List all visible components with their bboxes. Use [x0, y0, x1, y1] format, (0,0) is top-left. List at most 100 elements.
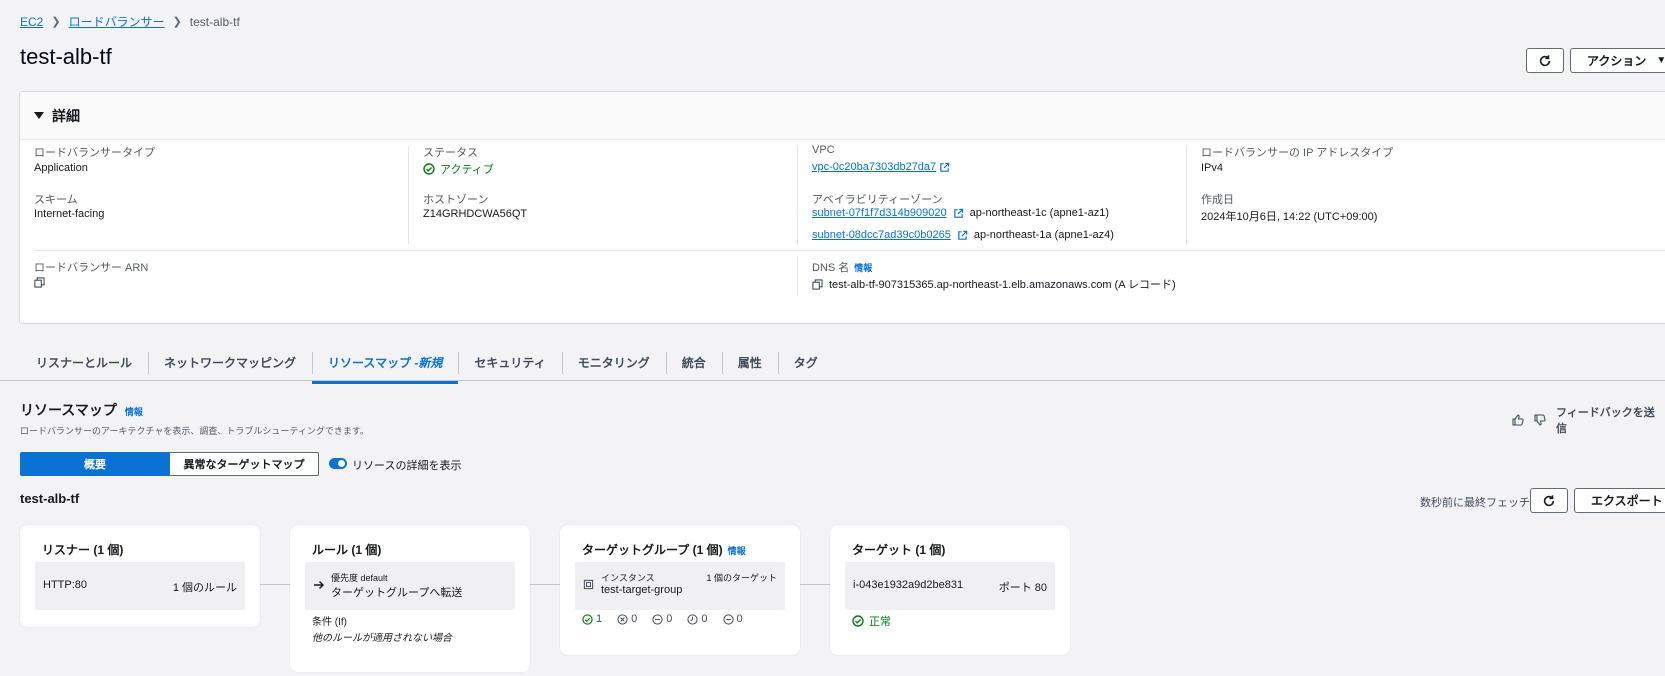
target-instance-id: i-043e1932a9d2be831 — [853, 579, 964, 591]
feedback-link[interactable]: フィードバックを送信 — [1556, 404, 1665, 436]
tab-resource-map-label: リソースマップ - — [328, 355, 419, 370]
tab-attributes[interactable]: 属性 — [721, 344, 778, 380]
target-item[interactable]: i-043e1932a9d2be831 ポート 80 — [845, 562, 1055, 610]
listener-protocol: HTTP:80 — [43, 579, 88, 591]
breadcrumb-current: test-alb-tf — [189, 14, 240, 29]
actions-button[interactable]: アクション ▼ — [1570, 48, 1665, 73]
refresh-icon — [1543, 494, 1555, 506]
target-group-item[interactable]: インスタンス test-target-group 1 個のターゲット — [575, 562, 785, 610]
arn-label: ロードバランサー ARN — [34, 262, 149, 274]
stat-healthy: 1 — [582, 613, 602, 625]
listener-item[interactable]: HTTP:80 1 個のルール — [35, 562, 245, 610]
breadcrumb: EC2 ❯ ロードバランサー ❯ test-alb-tf — [20, 13, 240, 30]
last-fetched: 数秒前に最終フェッチ — [1420, 497, 1530, 509]
feedback-row: フィードバックを送信 — [1512, 404, 1665, 436]
map-refresh-button[interactable] — [1530, 488, 1568, 513]
subnet-link[interactable]: subnet-08dcc7ad39c0b0265 — [812, 229, 951, 241]
vpc-value: vpc-0c20ba7303db27da7 — [812, 161, 950, 173]
tab-security[interactable]: セキュリティ — [458, 344, 561, 380]
target-group-type: インスタンス — [601, 573, 655, 583]
caret-down-icon: ▼ — [1656, 55, 1665, 66]
rule-condition-value: 他のルールが適用されない場合 — [312, 633, 452, 644]
rules-card: ルール (1 個) 優先度 default ターゲットグループへ転送 条件 (I… — [290, 525, 530, 672]
seg-unhealthy-targets[interactable]: 異常なターゲットマップ — [170, 452, 319, 476]
target-group-info-link[interactable]: 情報 — [728, 544, 746, 557]
external-link-icon — [940, 162, 950, 172]
minus-circle-icon — [722, 613, 734, 625]
arrow-right-icon — [314, 581, 324, 589]
tabs-divider — [0, 380, 1665, 381]
resource-map-description: ロードバランサーのアーキテクチャを表示、調査、トラブルシューティングできます。 — [20, 426, 369, 436]
export-button[interactable]: エクスポート — [1574, 488, 1665, 513]
details-title: 詳細 — [52, 107, 80, 124]
target-port: ポート 80 — [998, 582, 1047, 594]
target-health-text: 正常 — [869, 616, 891, 628]
details-header[interactable]: 詳細 — [20, 92, 1665, 140]
resource-map-title: リソースマップ 情報 — [20, 400, 143, 420]
tab-integrations[interactable]: 統合 — [665, 344, 722, 380]
breadcrumb-load-balancers[interactable]: ロードバランサー — [69, 13, 165, 30]
target-group-card: ターゲットグループ (1 個) 情報 インスタンス test-target-gr… — [560, 525, 800, 655]
stat-unhealthy: 0 — [617, 613, 637, 625]
resource-details-toggle-label: リソースの詳細を表示 — [352, 460, 462, 472]
stat-unused-value: 0 — [666, 613, 673, 625]
refresh-button[interactable] — [1526, 48, 1564, 73]
status-value: アクティブ — [423, 161, 494, 177]
subnet-link[interactable]: subnet-07f1f7d314b909020 — [812, 207, 947, 219]
vpc-link[interactable]: vpc-0c20ba7303db27da7 — [812, 161, 936, 173]
view-segmented-control: 概要 異常なターゲットマップ — [20, 452, 319, 476]
chevron-right-icon: ❯ — [51, 16, 61, 28]
resource-map-heading: リソースマップ — [20, 402, 117, 418]
scheme-value: Internet-facing — [34, 208, 105, 220]
created-value: 2024年10月6日, 14:22 (UTC+09:00) — [1201, 211, 1378, 223]
az-zone: ap-northeast-1c (apne1-az1) — [969, 207, 1109, 219]
check-circle-icon — [582, 613, 593, 625]
resource-details-toggle[interactable] — [329, 458, 347, 469]
tab-resource-map[interactable]: リソースマップ - 新規 — [312, 344, 459, 384]
rule-priority: 優先度 default — [331, 573, 388, 583]
az-label: アベイラビリティーゾーン — [812, 194, 943, 206]
az-row-2: subnet-08dcc7ad39c0b0265 ap-northeast-1a… — [812, 229, 1114, 241]
page-title: test-alb-tf — [20, 44, 112, 69]
breadcrumb-ec2[interactable]: EC2 — [20, 15, 43, 29]
dns-value-row: test-alb-tf-907315365.ap-northeast-1.elb… — [812, 276, 1176, 292]
refresh-icon — [1539, 54, 1551, 66]
copy-icon[interactable] — [34, 277, 45, 288]
listener-title: リスナー (1 個) — [42, 543, 124, 557]
lb-type-label: ロードバランサータイプ — [34, 147, 155, 159]
resource-map-info-link[interactable]: 情報 — [125, 405, 143, 418]
targets-card: ターゲット (1 個) i-043e1932a9d2be831 ポート 80 正… — [830, 525, 1070, 655]
thumbs-up-icon[interactable] — [1512, 414, 1524, 426]
target-health: 正常 — [852, 613, 891, 629]
caret-down-icon — [34, 112, 44, 119]
stat-unused: 0 — [652, 613, 672, 625]
status-label: ステータス — [423, 147, 478, 159]
tab-tags[interactable]: タグ — [777, 344, 834, 380]
tab-monitoring[interactable]: モニタリング — [561, 344, 666, 380]
status-text: アクティブ — [440, 164, 494, 176]
target-group-title: ターゲットグループ (1 個) — [582, 543, 723, 557]
tab-network-mapping[interactable]: ネットワークマッピング — [148, 344, 312, 380]
created-label: 作成日 — [1201, 194, 1234, 206]
copy-icon[interactable] — [812, 278, 823, 290]
stat-pending-value: 0 — [701, 613, 708, 625]
external-link-icon — [953, 208, 963, 218]
dns-label: DNS 名 — [812, 262, 850, 274]
seg-overview[interactable]: 概要 — [20, 452, 170, 476]
stat-pending: 0 — [687, 613, 708, 625]
target-group-name: test-target-group — [601, 584, 683, 596]
stat-draining: 0 — [722, 613, 743, 625]
dns-info-link[interactable]: 情報 — [854, 261, 872, 274]
rule-condition-label: 条件 (If) — [312, 617, 347, 628]
target-group-title-row: ターゲットグループ (1 個) 情報 — [582, 541, 746, 558]
dns-label-row: DNS 名 情報 — [812, 259, 872, 275]
target-group-count: 1 個のターゲット — [706, 573, 777, 583]
target-health-stats: 1 0 0 0 0 — [582, 613, 743, 625]
rule-item[interactable]: 優先度 default ターゲットグループへ転送 — [305, 562, 515, 610]
tab-listeners[interactable]: リスナーとルール — [20, 344, 148, 380]
thumbs-down-icon[interactable] — [1534, 414, 1546, 426]
rules-title: ルール (1 個) — [312, 543, 382, 557]
actions-label: アクション — [1587, 54, 1647, 68]
check-circle-icon — [423, 163, 435, 175]
map-lb-name: test-alb-tf — [20, 491, 80, 506]
